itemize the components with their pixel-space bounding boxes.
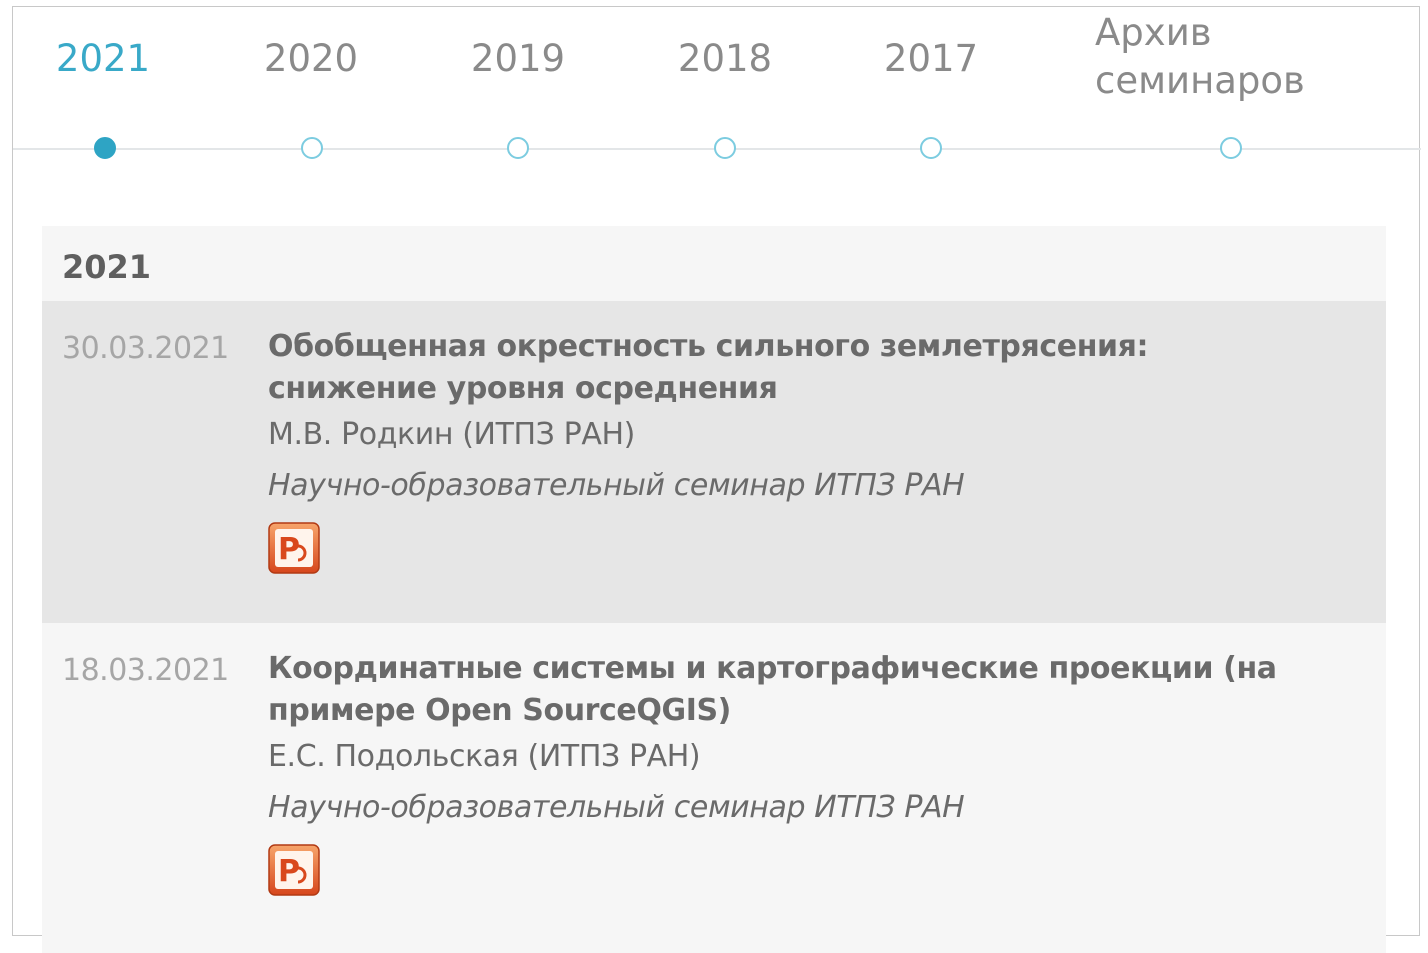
- timeline-dot-active[interactable]: [94, 137, 116, 159]
- tab-2020-label[interactable]: 2020: [264, 37, 358, 80]
- seminar-author: М.В. Родкин (ИТПЗ РАН): [268, 417, 635, 452]
- seminar-title-line2: снижение уровня осреднения: [268, 371, 778, 406]
- seminar-details: Обобщенная окрестность сильного землетря…: [268, 326, 1358, 574]
- year-timeline: 2021 2020 2019 2018 2017 Архив семинаров: [13, 7, 1421, 207]
- seminar-title: Обобщенная окрестность сильного землетря…: [268, 326, 1358, 410]
- seminar-author: Е.С. Подольская (ИТПЗ РАН): [268, 739, 701, 774]
- timeline-dot[interactable]: [920, 137, 942, 159]
- seminar-item: 30.03.2021 Обобщенная окрестность сильно…: [42, 301, 1386, 623]
- seminar-title-line1: Обобщенная окрестность сильного землетря…: [268, 329, 1149, 364]
- seminar-date: 30.03.2021: [62, 331, 229, 366]
- svg-text:P: P: [278, 854, 300, 889]
- seminar-item: 18.03.2021 Координатные системы и картог…: [42, 623, 1386, 953]
- seminar-timeline-widget: 2021 2020 2019 2018 2017 Архив семинаров: [12, 6, 1421, 953]
- seminar-title-line1: Координатные системы и картографические …: [268, 651, 1277, 686]
- tab-archive-label-line1[interactable]: Архив: [1095, 9, 1305, 57]
- timeline-dot[interactable]: [301, 137, 323, 159]
- tab-2018-label[interactable]: 2018: [678, 37, 772, 80]
- seminar-title: Координатные системы и картографические …: [268, 648, 1358, 732]
- seminar-details: Координатные системы и картографические …: [268, 648, 1358, 896]
- powerpoint-icon[interactable]: P: [268, 522, 320, 574]
- tab-archive-label[interactable]: Архив семинаров: [1095, 9, 1305, 105]
- seminar-series: Научно-образовательный семинар ИТПЗ РАН: [268, 468, 965, 503]
- powerpoint-icon[interactable]: P: [268, 844, 320, 896]
- tab-2021-label[interactable]: 2021: [56, 37, 150, 80]
- timeline-dot[interactable]: [714, 137, 736, 159]
- tab-2019-label[interactable]: 2019: [471, 37, 565, 80]
- seminar-series: Научно-образовательный семинар ИТПЗ РАН: [268, 790, 965, 825]
- timeline-dot[interactable]: [1220, 137, 1242, 159]
- timeline-dot[interactable]: [507, 137, 529, 159]
- seminar-list-panel: 2021 30.03.2021 Обобщенная окрестность с…: [42, 226, 1386, 953]
- seminar-title-line2: примере Open SourceQGIS): [268, 693, 731, 728]
- svg-text:P: P: [278, 532, 300, 567]
- section-year-heading: 2021: [62, 248, 152, 286]
- tab-2017-label[interactable]: 2017: [884, 37, 978, 80]
- seminar-date: 18.03.2021: [62, 653, 229, 688]
- tab-archive-label-line2[interactable]: семинаров: [1095, 57, 1305, 105]
